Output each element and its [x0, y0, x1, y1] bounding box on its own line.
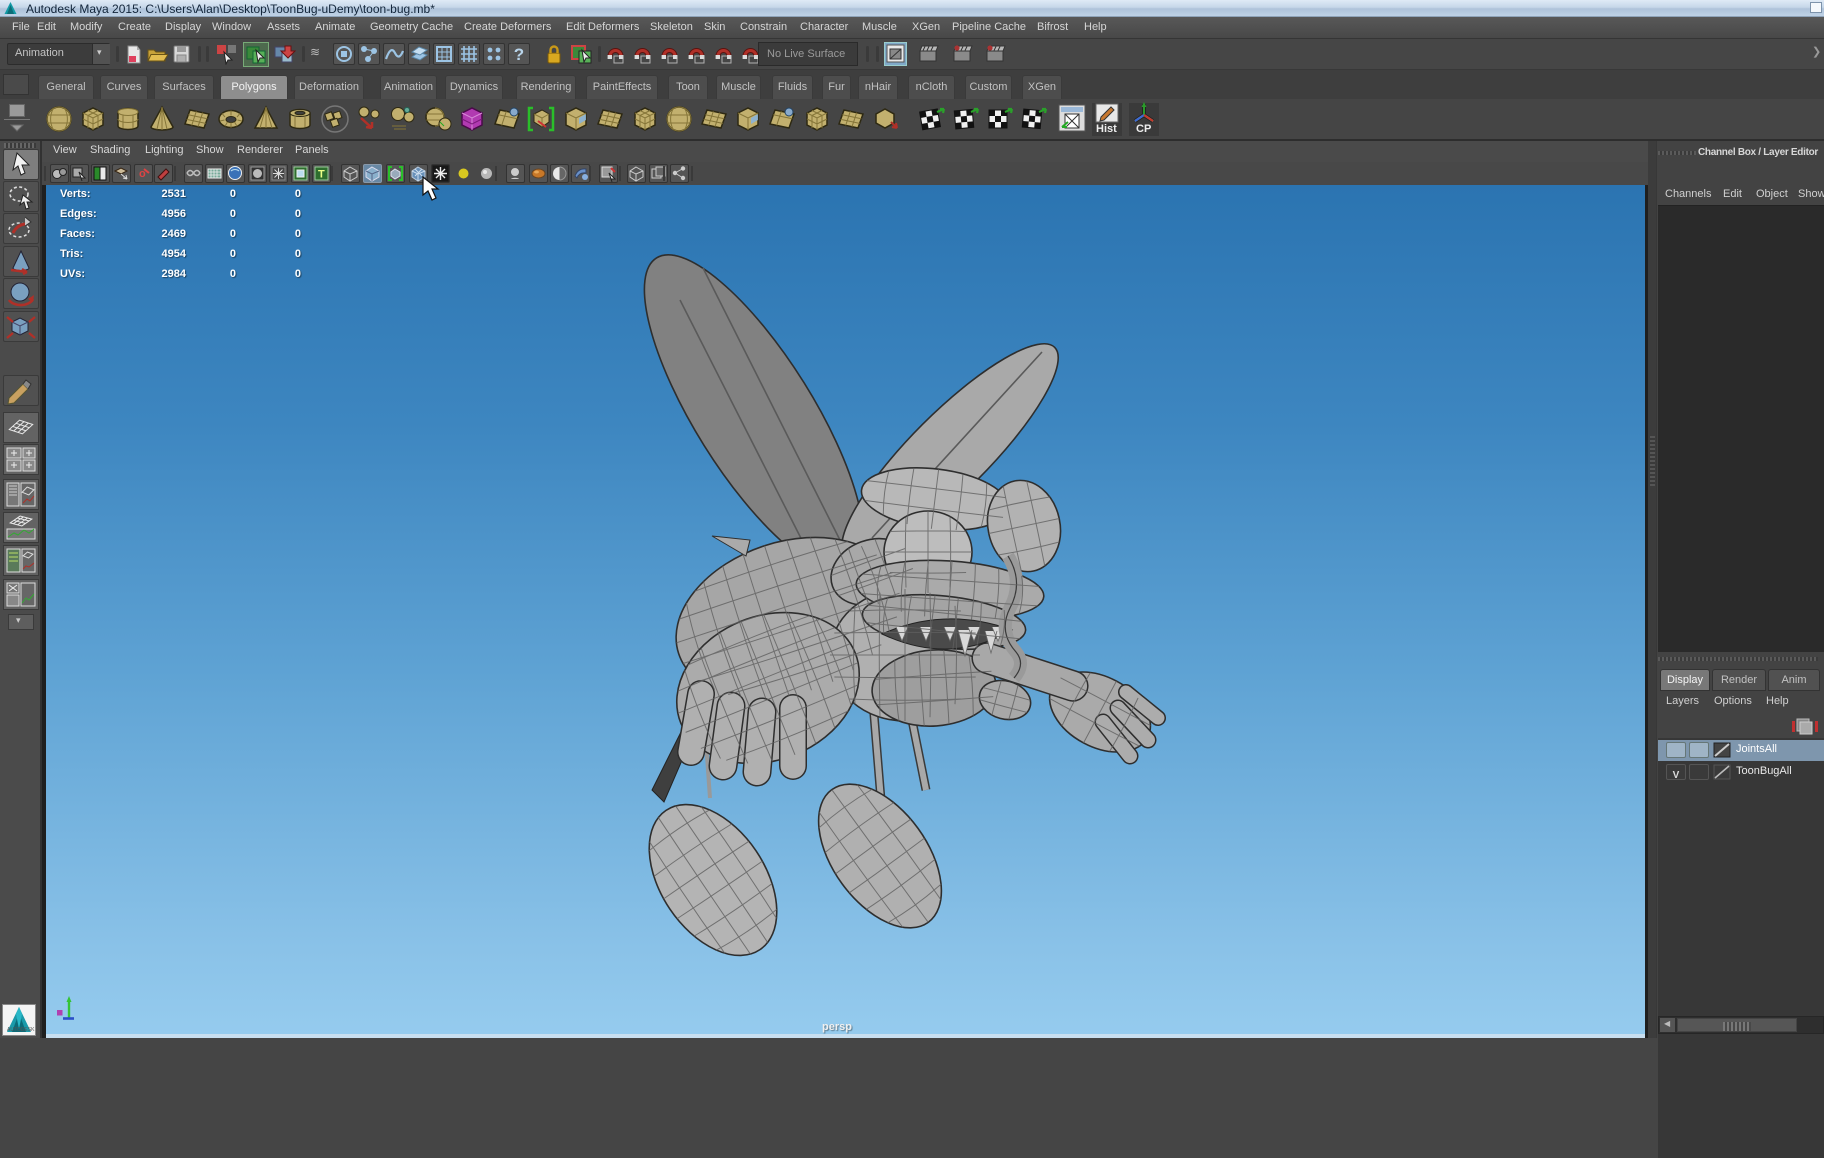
svg-text:T: T	[318, 169, 325, 181]
svg-text:?: ?	[514, 45, 524, 64]
